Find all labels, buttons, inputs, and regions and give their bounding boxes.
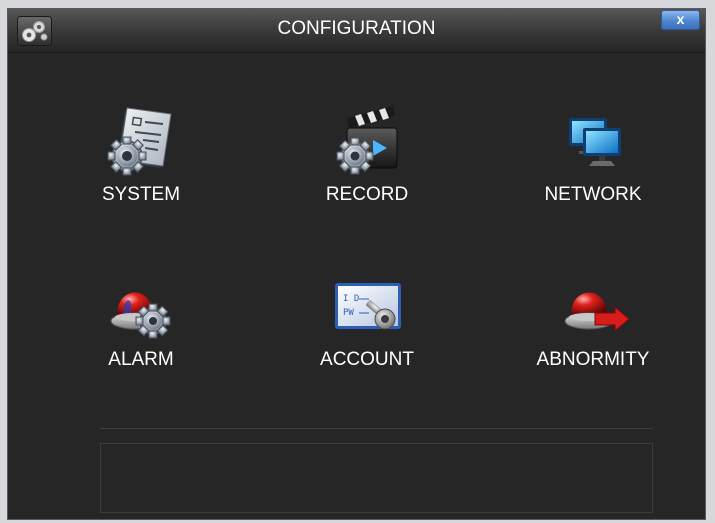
menu-item-account[interactable]: I D PW ACCOUNT: [287, 269, 447, 389]
menu-item-label: RECORD: [325, 184, 409, 205]
svg-text:I D: I D: [343, 294, 359, 304]
menu-item-abnormity[interactable]: ABNORMITY: [513, 269, 673, 389]
record-clapperboard-icon: [336, 106, 398, 175]
menu-item-label: NETWORK: [544, 184, 642, 205]
menu-item-label: ALARM: [108, 349, 174, 370]
divider: [100, 428, 653, 429]
account-key-card-icon: I D PW: [335, 283, 401, 330]
menu-item-system[interactable]: SYSTEM: [61, 104, 221, 224]
menu-item-network[interactable]: NETWORK: [513, 104, 673, 224]
system-settings-icon: [107, 107, 172, 176]
menu-item-label: ACCOUNT: [320, 349, 414, 370]
window-title: CONFIGURATION: [277, 18, 436, 39]
status-panel: [100, 443, 653, 513]
configuration-window: CONFIGURATION x SYSTEM RECORD NETWORK AL…: [7, 8, 706, 520]
alarm-siren-gear-icon: [110, 292, 171, 339]
title-bar: CONFIGURATION x: [8, 9, 705, 53]
close-button[interactable]: x: [661, 10, 700, 30]
menu-item-alarm[interactable]: ALARM: [61, 269, 221, 389]
menu-item-label: SYSTEM: [101, 184, 181, 205]
svg-text:PW: PW: [343, 308, 354, 318]
menu-item-label: ABNORMITY: [536, 349, 650, 370]
menu-item-record[interactable]: RECORD: [287, 104, 447, 224]
abnormity-siren-arrow-icon: [564, 292, 630, 333]
network-monitors-icon: [569, 118, 621, 166]
